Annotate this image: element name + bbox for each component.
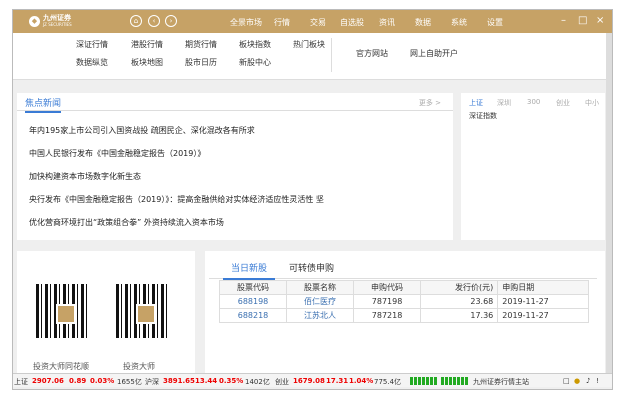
table-row[interactable]: 688218 江苏北人 787218 17.36 2019-11-27 [218,308,589,323]
menu-settings[interactable]: 设置 [487,17,503,28]
hs-name: 沪深 [145,378,159,386]
tab-sme[interactable]: 中小 [585,98,599,108]
logo-subtext: JZ SECURITIES [43,22,72,27]
news-title: 焦点新闻 [25,96,62,113]
news-item[interactable]: 加快构建资本市场数字化新生态 [29,171,141,182]
cy-price: 1679.08 [293,377,325,385]
cy-volume: 775.4亿 [374,378,402,386]
news-panel: 焦点新闻 更多 > 年内195家上市公司引入国资战投 疏困民企、深化混改各有所求 … [17,93,453,240]
news-item[interactable]: 优化营商环境打出“政策组合拳” 外资持续流入资本市场 [29,217,224,228]
menu-trade[interactable]: 交易 [310,17,326,28]
qr-code-master [113,281,173,341]
col-price: 发行价(元) [420,280,499,295]
menu-data[interactable]: 数据 [415,17,431,28]
news-item[interactable]: 中国人民银行发布《中国金融稳定报告（2019）》 [29,148,205,159]
cell-code[interactable]: 688218 [218,308,288,323]
cell-name[interactable]: 江苏北人 [286,308,355,323]
nav-sector-index[interactable]: 板块指数 [239,39,271,50]
cell-date: 2019-11-27 [497,308,589,323]
cell-price: 23.68 [420,294,499,309]
hs-price: 3891.65 [163,377,195,385]
nav-futures[interactable]: 期货行情 [185,39,217,50]
menu-watchlist[interactable]: 自选股 [340,17,364,28]
cell-date: 2019-11-27 [497,294,589,309]
tab-300[interactable]: 300 [527,98,540,106]
nav-hk-quotes[interactable]: 港股行情 [131,39,163,50]
scrollbar[interactable] [606,33,612,373]
server-name[interactable]: 九州证券行情主站 [473,377,529,387]
qr-label: 投资大师同花顺 [33,362,89,371]
menu-news[interactable]: 资讯 [379,17,395,28]
tab-sz[interactable]: 深圳 [497,98,511,108]
quick-nav: 深证行情 港股行情 期货行情 板块指数 热门板块 数据纵览 板块地图 股市日历 … [13,33,607,80]
nav-ipo-center[interactable]: 新股中心 [239,57,271,68]
col-name: 股票名称 [286,280,355,295]
logo-icon: ◆ [29,15,40,27]
hs-volume: 1402亿 [245,378,270,386]
info-icon[interactable]: ! [596,377,599,385]
news-item[interactable]: 年内195家上市公司引入国资战投 疏困民企、深化混改各有所求 [29,125,255,136]
logo: ◆ 九州证券 JZ SECURITIES [29,15,72,27]
col-code: 股票代码 [218,280,288,295]
ipo-table: 股票代码 股票名称 申购代码 发行价(元) 申购日期 688198 佰仁医疗 7… [218,280,589,323]
forward-icon[interactable]: › [165,15,177,27]
col-sub-code: 申购代码 [353,280,422,295]
cell-name[interactable]: 佰仁医疗 [286,294,355,309]
news-item[interactable]: 央行发布《中国金融稳定报告（2019）》：提高金融供给对实体经济适应性灵活性 坚 [29,194,324,205]
nav-hot-sectors[interactable]: 热门板块 [293,39,325,50]
cy-change: 17.31 [326,377,349,385]
sh-name: 上证 [14,378,28,386]
window-icon[interactable]: □ [563,377,570,385]
cell-sub-code: 787218 [353,308,422,323]
back-icon[interactable]: ‹ [148,15,160,27]
market-breadth-icon [441,377,469,385]
bell-icon[interactable]: ♪ [586,377,590,385]
qr-code-ths [33,281,93,341]
cell-sub-code: 787198 [353,294,422,309]
tab-today-ipo[interactable]: 当日新股 [223,261,276,280]
more-link[interactable]: 更多 > [419,98,441,108]
title-bar: ◆ 九州证券 JZ SECURITIES ⌂ ‹ › 全景市场 行情 交易 自选股 … [13,10,612,33]
table-row[interactable]: 688198 佰仁医疗 787198 23.68 2019-11-27 [218,294,589,309]
nav-official-site[interactable]: 官方网站 [356,48,388,59]
cy-percent: 1.04% [349,377,374,385]
nav-sector-map[interactable]: 板块地图 [131,57,163,68]
menu-system[interactable]: 系统 [451,17,467,28]
menu-panorama[interactable]: 全景市场 [230,17,262,28]
home-icon[interactable]: ⌂ [130,15,142,27]
logo-text: 九州证券 [43,14,71,22]
qr-label: 投资大师 [123,362,155,371]
hs-percent: 0.35% [219,377,244,385]
ipo-panel: 当日新股 可转债申购 股票代码 股票名称 申购代码 发行价(元) 申购日期 68… [205,251,605,373]
sh-volume: 1655亿 [117,378,142,386]
qr-panel: 投资大师同花顺 投资大师 [17,251,195,373]
nav-open-account[interactable]: 网上自助开户 [410,48,458,59]
sh-price: 2907.06 [32,377,64,385]
status-bar: 上证 2907.06 0.89 0.03% 1655亿 沪深 3891.65 1… [13,373,612,387]
sh-change: 0.89 [69,377,87,385]
maximize-icon[interactable]: □ [578,15,587,26]
tab-gem[interactable]: 创业 [556,98,570,108]
nav-data-overview[interactable]: 数据纵览 [76,57,108,68]
tab-convertible[interactable]: 可转债申购 [289,261,334,274]
minimize-icon[interactable]: – [561,15,566,26]
nav-sz-quotes[interactable]: 深证行情 [76,39,108,50]
cell-price: 17.36 [420,308,499,323]
coin-icon[interactable]: ● [574,377,580,385]
hs-change: 13.44 [195,377,218,385]
market-breadth-icon [410,377,438,385]
divider [331,38,332,72]
close-icon[interactable]: × [596,15,604,26]
menu-quotes[interactable]: 行情 [274,17,290,28]
tab-sh[interactable]: 上证 [469,98,483,108]
nav-market-calendar[interactable]: 股市日历 [185,57,217,68]
cell-code[interactable]: 688198 [218,294,288,309]
index-label: 深证指数 [469,112,497,120]
cy-name: 创业 [275,378,289,386]
app-window: ◆ 九州证券 JZ SECURITIES ⌂ ‹ › 全景市场 行情 交易 自选股 … [12,9,613,390]
sh-percent: 0.03% [90,377,115,385]
col-date: 申购日期 [497,280,589,295]
index-panel: 上证 深圳 300 创业 中小 深证指数 [461,93,605,240]
